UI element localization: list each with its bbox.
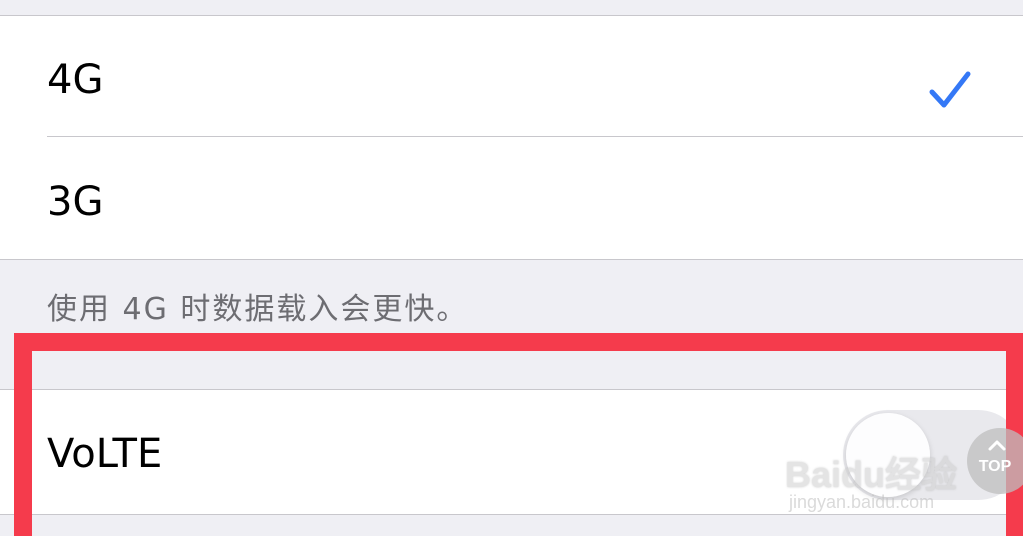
group-footer-text: 使用 4G 时数据载入会更快。 [47, 292, 469, 327]
option-label-3g: 3G [47, 179, 104, 225]
option-label-4g: 4G [47, 57, 104, 103]
watermark-url: jingyan.baidu.com [789, 492, 935, 512]
cellular-data-options-screen: 4G 3G 使用 4G 时数据载入会更快。 VoLTE Baidu经验 jing… [0, 0, 1023, 536]
baidu-watermark: Baidu经验 jingyan.baidu.com [785, 430, 985, 520]
network-options-group: 4G 3G [0, 16, 1023, 260]
checkmark-icon [929, 71, 971, 108]
watermark-logo: Baidu经验 [785, 454, 958, 495]
option-row-3g[interactable]: 3G [0, 137, 1023, 257]
top-button-label: TOP [978, 458, 1012, 475]
option-row-4g[interactable]: 4G [0, 16, 1023, 136]
top-section-gap [0, 0, 1023, 16]
chevron-up-icon [988, 440, 1006, 451]
